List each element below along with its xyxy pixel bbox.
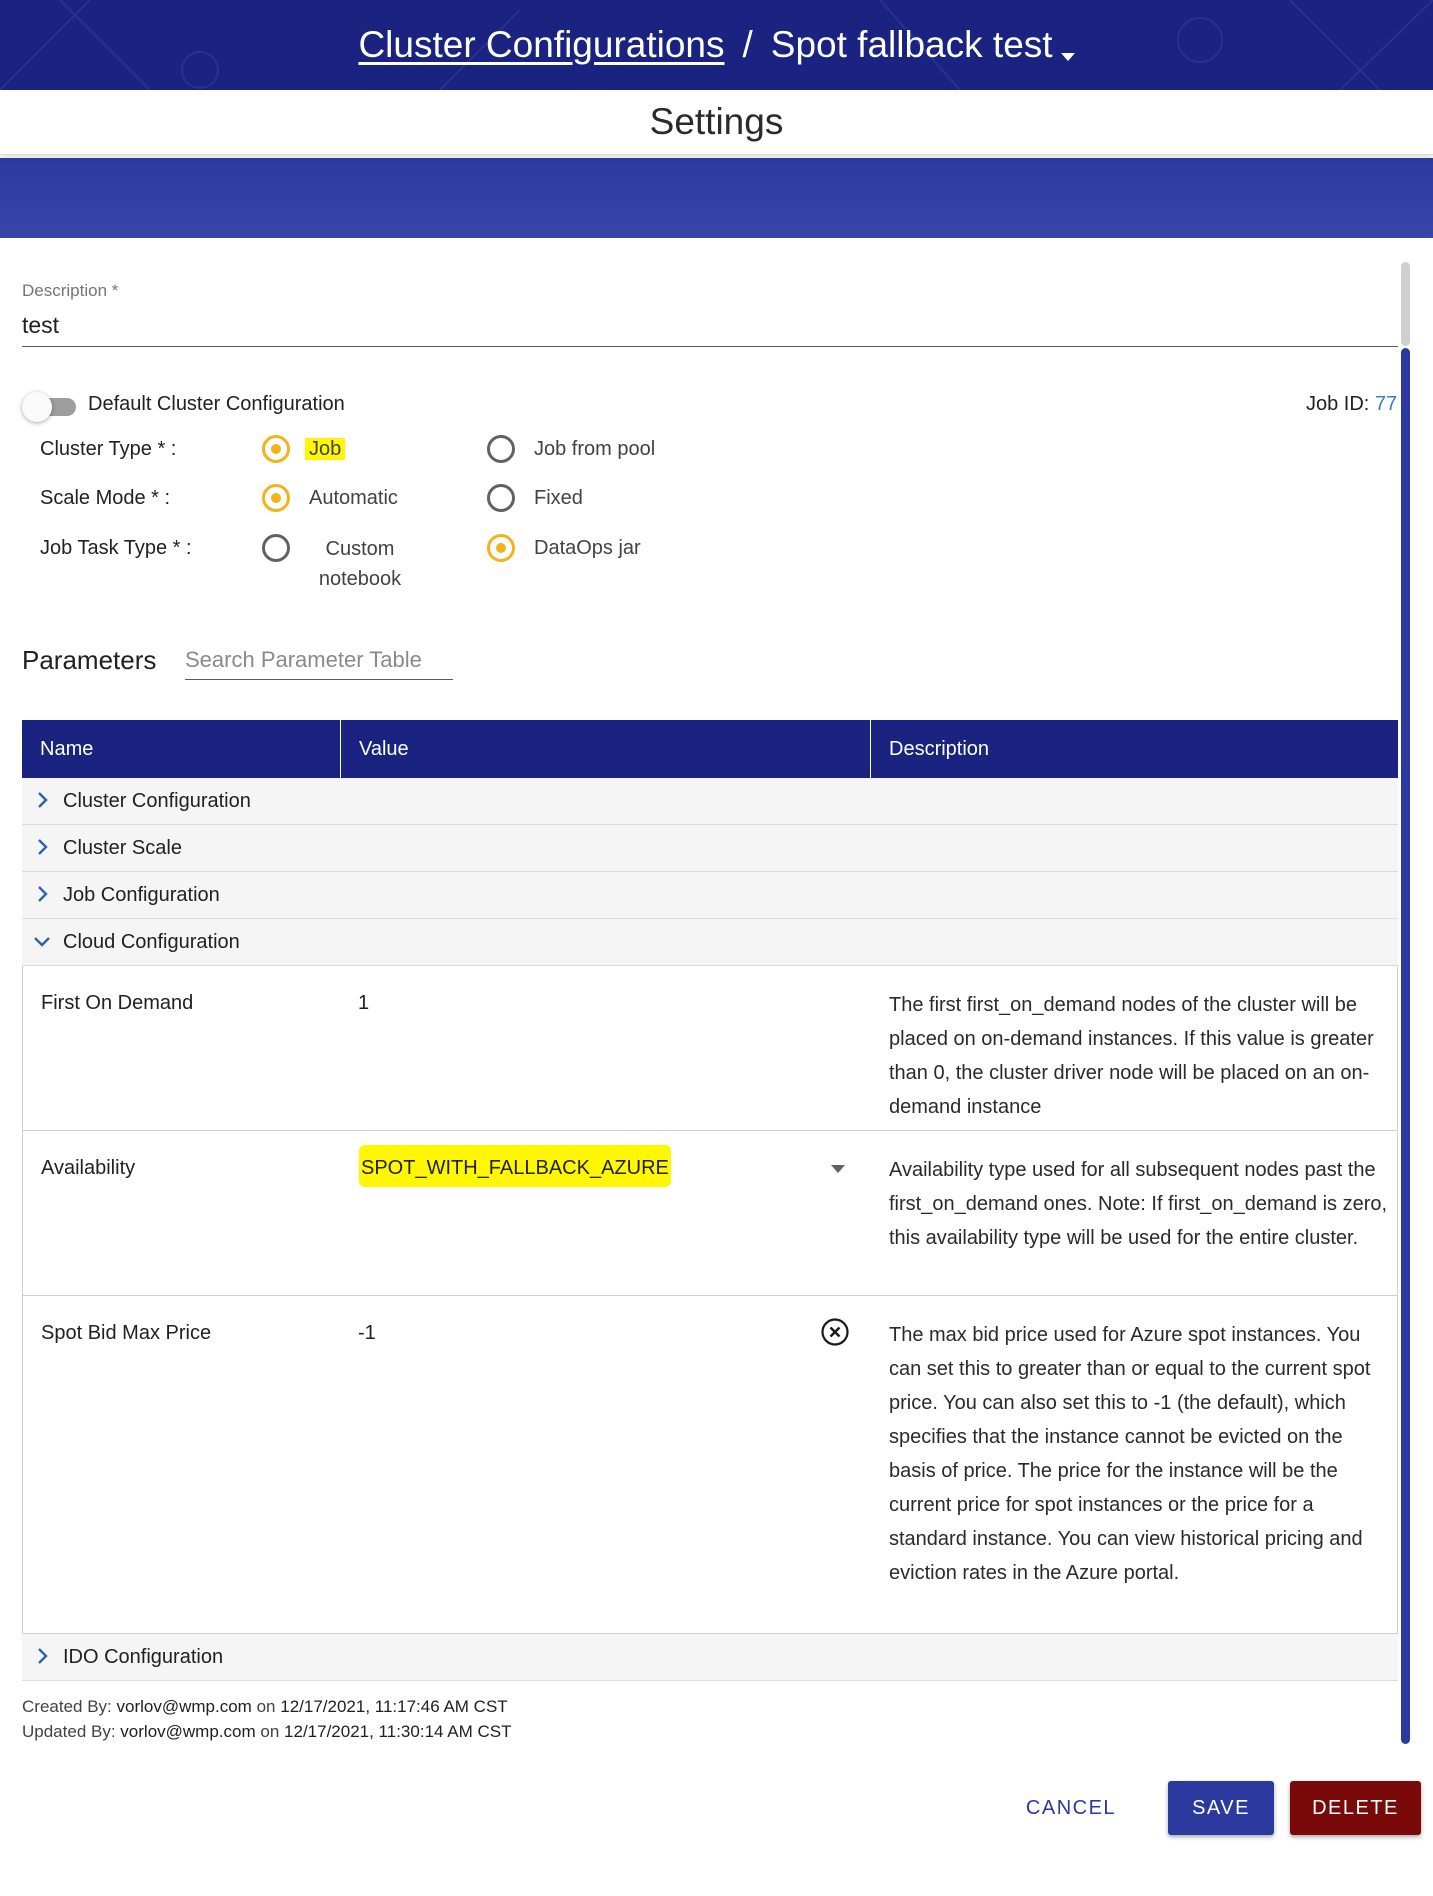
delete-button[interactable]: DELETE — [1290, 1781, 1421, 1835]
param-description: The max bid price used for Azure spot in… — [889, 1324, 1371, 1584]
column-header-name[interactable]: Name — [22, 720, 340, 778]
job-task-type-dataops-jar-label: DataOps jar — [534, 537, 641, 559]
cluster-type-label: Cluster Type * : — [40, 438, 177, 460]
breadcrumb-cluster-configurations-link[interactable]: Cluster Configurations — [358, 24, 724, 66]
table-row: Availability SPOT_WITH_FALLBACK_AZURE Av… — [22, 1131, 1398, 1296]
save-button[interactable]: SAVE — [1168, 1781, 1274, 1835]
dropdown-arrow-icon[interactable] — [831, 1165, 845, 1173]
scale-mode-label: Scale Mode * : — [40, 487, 171, 509]
column-header-value[interactable]: Value — [340, 720, 870, 778]
job-id-label: Job ID: — [1306, 393, 1370, 415]
cluster-type-job-radio[interactable] — [262, 435, 290, 463]
job-task-type-custom-notebook-label: Custom notebook — [318, 538, 402, 590]
scale-mode-automatic-label: Automatic — [309, 487, 398, 509]
description-label: Description * — [22, 281, 119, 300]
param-value-input[interactable]: 1 — [358, 992, 369, 1015]
created-at: 12/17/2021, 11:17:46 AM CST — [280, 1697, 508, 1716]
group-cloud-configuration[interactable]: Cloud Configuration — [22, 919, 1398, 966]
parameter-table: Name Value Description Cluster Configura… — [22, 720, 1398, 1681]
scrollbar-track[interactable] — [1401, 262, 1410, 346]
config-name-dropdown[interactable]: Spot fallback test — [771, 24, 1075, 66]
breadcrumb: Cluster Configurations / Spot fallback t… — [0, 0, 1433, 90]
table-row: First On Demand 1 The first first_on_dem… — [22, 966, 1398, 1131]
column-header-description[interactable]: Description — [870, 720, 1398, 778]
availability-select[interactable]: SPOT_WITH_FALLBACK_AZURE — [359, 1155, 671, 1181]
toggle-knob — [22, 392, 52, 422]
updated-at: 12/17/2021, 11:30:14 AM CST — [284, 1722, 512, 1741]
config-name: Spot fallback test — [770, 24, 1053, 65]
scale-mode-automatic-radio[interactable] — [262, 484, 290, 512]
table-row: Spot Bid Max Price -1 The max bid price … — [22, 1296, 1398, 1634]
group-label: IDO Configuration — [63, 1646, 224, 1668]
default-cluster-config-toggle[interactable] — [22, 391, 78, 422]
cluster-type-job-label: Job — [305, 434, 346, 464]
job-id-value: 77 — [1374, 393, 1398, 415]
description-underline — [22, 346, 1398, 347]
chevron-right-icon — [38, 1648, 48, 1664]
cluster-type-job-from-pool-label: Job from pool — [534, 438, 656, 460]
header-strip — [0, 158, 1433, 238]
group-cluster-scale[interactable]: Cluster Scale — [22, 825, 1398, 872]
clear-value-icon[interactable] — [820, 1317, 850, 1347]
created-by-user: vorlov@wmp.com — [116, 1697, 252, 1716]
param-value-input[interactable]: -1 — [358, 1322, 376, 1345]
updated-by-user: vorlov@wmp.com — [120, 1722, 256, 1741]
page-title-text: Settings — [649, 101, 784, 142]
group-ido-configuration[interactable]: IDO Configuration — [22, 1634, 1398, 1681]
param-description: The first first_on_demand nodes of the c… — [889, 994, 1374, 1118]
breadcrumb-separator: / — [742, 24, 753, 65]
param-name: Availability — [41, 1157, 136, 1179]
top-app-bar: Cluster Configurations / Spot fallback t… — [0, 0, 1433, 90]
group-cluster-configuration[interactable]: Cluster Configuration — [22, 778, 1398, 825]
param-name: First On Demand — [41, 992, 194, 1014]
param-name: Spot Bid Max Price — [41, 1322, 212, 1344]
created-on-label: on — [256, 1697, 276, 1716]
scale-mode-fixed-label: Fixed — [534, 487, 583, 509]
job-task-type-custom-notebook-radio[interactable] — [262, 534, 290, 562]
updated-by-label: Updated By: — [22, 1722, 116, 1741]
group-label: Cloud Configuration — [63, 931, 240, 953]
group-label: Cluster Scale — [63, 837, 182, 859]
search-parameter-input[interactable] — [185, 641, 453, 680]
group-label: Cluster Configuration — [63, 790, 251, 812]
chevron-right-icon — [38, 839, 48, 855]
scale-mode-fixed-radio[interactable] — [487, 484, 515, 512]
cluster-type-job-from-pool-radio[interactable] — [487, 435, 515, 463]
job-task-type-dataops-jar-radio[interactable] — [487, 534, 515, 562]
cancel-button[interactable]: CANCEL — [1010, 1781, 1132, 1835]
group-job-configuration[interactable]: Job Configuration — [22, 872, 1398, 919]
page-title: Settings — [0, 90, 1433, 155]
updated-on-label: on — [260, 1722, 280, 1741]
scrollbar-thumb[interactable] — [1401, 348, 1410, 1744]
updated-by: Updated By: vorlov@wmp.com on 12/17/2021… — [22, 1722, 511, 1742]
table-header: Name Value Description — [22, 720, 1398, 778]
group-label: Job Configuration — [63, 884, 220, 906]
param-description: Availability type used for all subsequen… — [889, 1159, 1388, 1249]
job-id: Job ID: 77 — [1306, 393, 1397, 416]
chevron-right-icon — [38, 886, 48, 902]
job-task-type-label: Job Task Type * : — [40, 537, 192, 559]
chevron-right-icon — [38, 792, 48, 808]
created-by-label: Created By: — [22, 1697, 112, 1716]
availability-selected-value: SPOT_WITH_FALLBACK_AZURE — [359, 1155, 671, 1181]
description-input[interactable]: test — [22, 312, 59, 339]
created-by: Created By: vorlov@wmp.com on 12/17/2021… — [22, 1697, 508, 1717]
caret-down-icon — [1060, 53, 1075, 61]
parameters-title: Parameters — [22, 645, 157, 675]
chevron-down-icon — [34, 937, 50, 947]
default-cluster-config-label: Default Cluster Configuration — [88, 393, 345, 415]
